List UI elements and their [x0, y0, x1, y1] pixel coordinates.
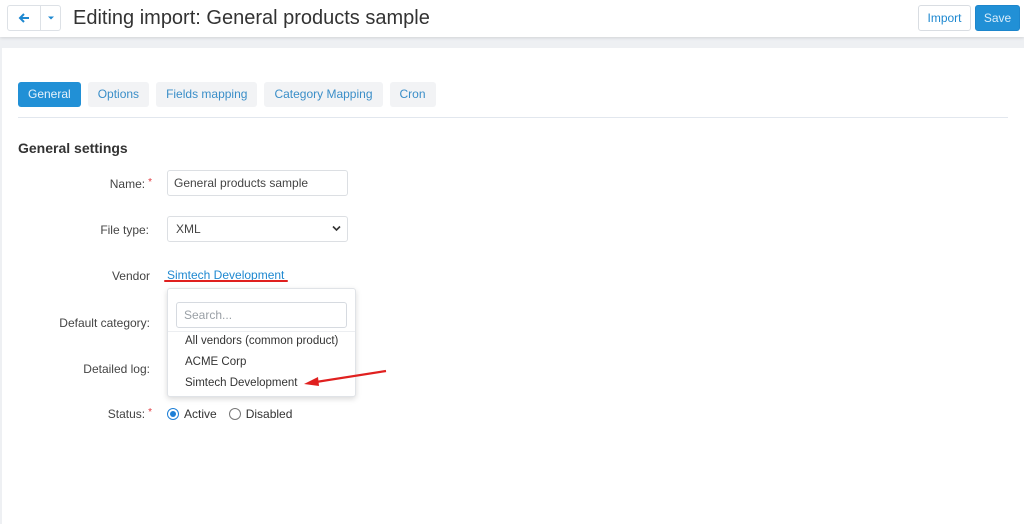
- vendor-search-input[interactable]: [176, 302, 347, 328]
- section-title: General settings: [18, 140, 128, 156]
- tabs-divider: [18, 117, 1008, 118]
- tab-general[interactable]: General: [18, 82, 81, 107]
- status-radio-group: Active Disabled: [167, 407, 304, 421]
- save-button[interactable]: Save: [975, 5, 1020, 31]
- dropdown-divider: [168, 331, 355, 332]
- name-input[interactable]: General products sample: [167, 170, 348, 196]
- file-type-value: XML: [176, 222, 201, 236]
- vendor-option-simtech-development[interactable]: Simtech Development: [185, 377, 298, 389]
- tab-cron[interactable]: Cron: [389, 82, 436, 107]
- required-marker: *: [148, 407, 152, 418]
- status-disabled-radio[interactable]: [228, 408, 241, 420]
- vendor-option-all-vendors[interactable]: All vendors (common product): [185, 335, 338, 347]
- navigation-menu-button[interactable]: [40, 6, 60, 30]
- vendor-option-acme-corp[interactable]: ACME Corp: [185, 356, 246, 368]
- annotation-underline: [164, 280, 288, 282]
- tab-fields-mapping[interactable]: Fields mapping: [156, 82, 258, 107]
- navigation-button-group: [7, 5, 61, 31]
- default-category-label: Default category:: [59, 316, 150, 330]
- tab-category-mapping[interactable]: Category Mapping: [264, 82, 383, 107]
- import-button[interactable]: Import: [918, 5, 971, 31]
- tab-options[interactable]: Options: [87, 82, 150, 107]
- status-active-label[interactable]: Active: [184, 407, 217, 421]
- name-label: Name: *: [2, 177, 152, 191]
- status-active-radio[interactable]: [167, 408, 179, 420]
- status-disabled-label[interactable]: Disabled: [246, 407, 293, 421]
- required-marker: *: [148, 177, 152, 188]
- main-content: General Options Fields mapping Category …: [2, 48, 1024, 524]
- annotation-arrow-icon: [304, 369, 387, 386]
- chevron-down-icon: [332, 225, 341, 232]
- top-toolbar: Editing import: General products sample …: [0, 0, 1024, 37]
- back-button[interactable]: [8, 6, 40, 30]
- status-label: Status: *: [2, 407, 152, 421]
- arrow-left-icon: [18, 13, 30, 23]
- vendor-label: Vendor: [111, 269, 150, 283]
- file-type-select[interactable]: XML: [167, 216, 348, 242]
- detailed-log-label: Detailed log:: [83, 362, 150, 376]
- file-type-label: File type:: [100, 223, 149, 237]
- name-label-text: Name:: [109, 177, 146, 191]
- caret-down-icon: [47, 16, 54, 20]
- status-label-text: Status:: [107, 407, 146, 421]
- tab-bar: General Options Fields mapping Category …: [18, 82, 436, 107]
- page-title: Editing import: General products sample: [73, 7, 430, 29]
